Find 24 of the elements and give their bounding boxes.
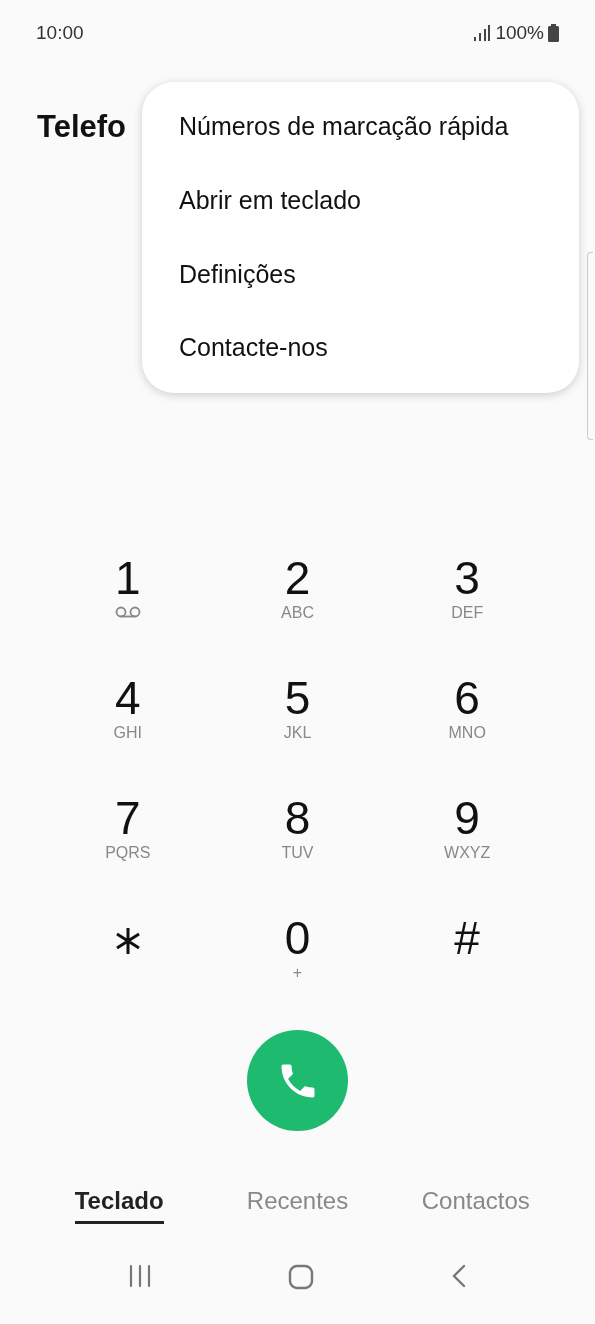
menu-item[interactable]: Números de marcação rápida	[142, 90, 579, 164]
signal-icon	[473, 25, 492, 41]
dial-key[interactable]: 7 PQRS	[43, 780, 213, 900]
dial-key[interactable]: 6 MNO	[382, 660, 552, 780]
back-icon[interactable]	[450, 1264, 467, 1288]
dial-key[interactable]: 1	[43, 540, 213, 660]
tab[interactable]: Teclado	[74, 1183, 164, 1224]
dial-key[interactable]: 0 +	[212, 900, 383, 1020]
dial-key[interactable]: 8 TUV	[212, 780, 383, 900]
dial-key[interactable]: #	[382, 900, 552, 1020]
menu-item[interactable]: Definições	[142, 237, 579, 312]
status-time: 10:00	[36, 20, 84, 45]
battery-icon	[548, 24, 559, 42]
dial-key[interactable]: 3 DEF	[382, 540, 552, 660]
dial-key[interactable]: 2 ABC	[212, 540, 383, 660]
app-title: Telefo	[37, 109, 126, 144]
menu-item[interactable]: Abrir em teclado	[142, 163, 579, 238]
battery-percent: 100%	[495, 20, 544, 45]
recent-apps-icon[interactable]	[128, 1264, 153, 1288]
menu-item[interactable]: Contacte-nos	[142, 311, 579, 385]
dial-key[interactable]: 4 GHI	[43, 660, 213, 780]
dial-key[interactable]: 5 JKL	[212, 660, 383, 780]
dial-key[interactable]: 9 WXYZ	[382, 780, 552, 900]
home-icon[interactable]	[288, 1264, 315, 1290]
